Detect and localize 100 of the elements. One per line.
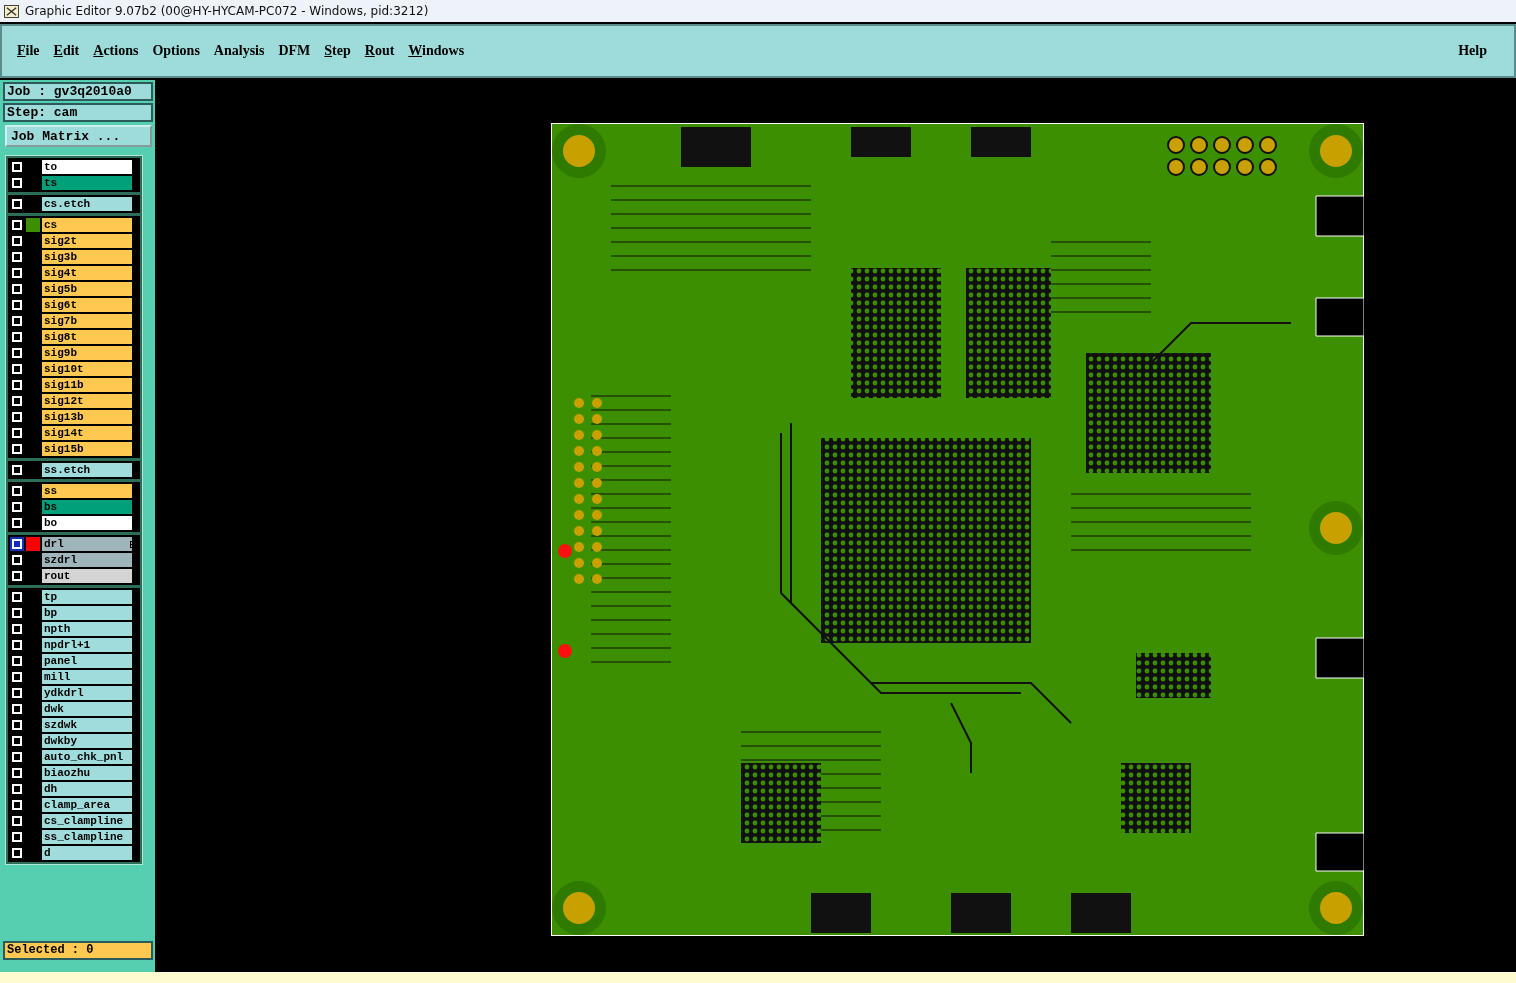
layer-checkbox[interactable]	[12, 816, 22, 826]
layer-name[interactable]: ydkdrl	[42, 686, 132, 700]
layer-checkbox[interactable]	[12, 784, 22, 794]
layer-name[interactable]: to	[42, 160, 132, 174]
layer-checkbox[interactable]	[12, 316, 22, 326]
layer-checkbox[interactable]	[12, 268, 22, 278]
layer-name[interactable]: sig3b	[42, 250, 132, 264]
layer-checkbox[interactable]	[12, 752, 22, 762]
layer-checkbox[interactable]	[12, 199, 22, 209]
menu-item[interactable]: Windows	[403, 41, 470, 61]
layer-name[interactable]: tp	[42, 590, 132, 604]
layer-checkbox[interactable]	[12, 736, 22, 746]
layer-name[interactable]: npth	[42, 622, 132, 636]
layer-name[interactable]: szdrl	[42, 553, 132, 567]
app-icon	[4, 4, 19, 18]
layer-checkbox[interactable]	[12, 380, 22, 390]
layer-checkbox[interactable]	[12, 236, 22, 246]
layer-name[interactable]: clamp_area	[42, 798, 132, 812]
layer-checkbox[interactable]	[12, 348, 22, 358]
layer-name[interactable]: biaozhu	[42, 766, 132, 780]
layer-name[interactable]: d	[42, 846, 132, 860]
layer-name[interactable]: sig9b	[42, 346, 132, 360]
layer-checkbox[interactable]	[12, 640, 22, 650]
layer-name[interactable]: ss.etch	[42, 463, 132, 477]
layer-name[interactable]: ts	[42, 176, 132, 190]
layer-name[interactable]: dh	[42, 782, 132, 796]
layer-name[interactable]: sig13b	[42, 410, 132, 424]
layer-checkbox[interactable]	[12, 608, 22, 618]
menu-item[interactable]: Edit	[48, 41, 85, 61]
job-label: Job : gv3q2010a0	[3, 82, 153, 101]
layer-name[interactable]: mill	[42, 670, 132, 684]
layer-name[interactable]: npdrl+1	[42, 638, 132, 652]
layer-name[interactable]: szdwk	[42, 718, 132, 732]
layer-name[interactable]: drl	[42, 537, 132, 551]
layer-checkbox[interactable]	[12, 800, 22, 810]
layer-checkbox[interactable]	[12, 518, 22, 528]
layer-name[interactable]: sig6t	[42, 298, 132, 312]
layer-name[interactable]: cs_clampline	[42, 814, 132, 828]
layer-name[interactable]: ss_clampline	[42, 830, 132, 844]
layer-checkbox[interactable]	[12, 444, 22, 454]
layer-checkbox[interactable]	[12, 252, 22, 262]
window-title: Graphic Editor 9.07b2 (00@HY-HYCAM-PC072 - Windows, pid:3212)	[25, 4, 429, 18]
layer-checkbox[interactable]	[12, 486, 22, 496]
layer-name[interactable]: ss	[42, 484, 132, 498]
layer-name[interactable]: sig7b	[42, 314, 132, 328]
layer-name[interactable]: rout	[42, 569, 132, 583]
layer-checkbox[interactable]	[12, 592, 22, 602]
layer-name[interactable]: sig14t	[42, 426, 132, 440]
layer-name[interactable]: sig8t	[42, 330, 132, 344]
layer-checkbox[interactable]	[12, 412, 22, 422]
layer-checkbox[interactable]	[12, 624, 22, 634]
layer-checkbox[interactable]	[12, 502, 22, 512]
layer-checkbox[interactable]	[12, 539, 22, 549]
layer-checkbox[interactable]	[12, 178, 22, 188]
layer-checkbox[interactable]	[12, 428, 22, 438]
layer-checkbox[interactable]	[12, 720, 22, 730]
layer-checkbox[interactable]	[12, 672, 22, 682]
layer-checkbox[interactable]	[12, 465, 22, 475]
layer-name[interactable]: cs.etch	[42, 197, 132, 211]
layer-checkbox[interactable]	[12, 332, 22, 342]
menu-item[interactable]: Actions	[88, 41, 144, 61]
layer-name[interactable]: bp	[42, 606, 132, 620]
layer-checkbox[interactable]	[12, 396, 22, 406]
help-menu[interactable]: Help	[1453, 41, 1492, 61]
menu-item[interactable]: Step	[319, 41, 356, 61]
layer-name[interactable]: cs	[42, 218, 132, 232]
layer-checkbox[interactable]	[12, 832, 22, 842]
layer-name[interactable]: bs	[42, 500, 132, 514]
selected-count: Selected : 0	[3, 941, 153, 960]
layer-name[interactable]: sig4t	[42, 266, 132, 280]
menu-item[interactable]: File	[12, 41, 45, 61]
layer-checkbox[interactable]	[12, 162, 22, 172]
menu-item[interactable]: Options	[147, 41, 205, 61]
layer-name[interactable]: sig10t	[42, 362, 132, 376]
layer-checkbox[interactable]	[12, 300, 22, 310]
layer-name[interactable]: panel	[42, 654, 132, 668]
layer-checkbox[interactable]	[12, 571, 22, 581]
layer-name[interactable]: sig15b	[42, 442, 132, 456]
layer-checkbox[interactable]	[12, 364, 22, 374]
layer-name[interactable]: sig5b	[42, 282, 132, 296]
layer-checkbox[interactable]	[12, 220, 22, 230]
menu-item[interactable]: DFM	[273, 41, 316, 61]
layer-checkbox[interactable]	[12, 555, 22, 565]
layer-checkbox[interactable]	[12, 284, 22, 294]
layer-name[interactable]: auto_chk_pnl	[42, 750, 132, 764]
layer-name[interactable]: sig2t	[42, 234, 132, 248]
job-matrix-button[interactable]: Job Matrix ...	[5, 125, 152, 147]
menu-item[interactable]: Rout	[359, 41, 400, 61]
layer-checkbox[interactable]	[12, 656, 22, 666]
layer-name[interactable]: dwkby	[42, 734, 132, 748]
layer-name[interactable]: dwk	[42, 702, 132, 716]
layer-name[interactable]: bo	[42, 516, 132, 530]
layer-checkbox[interactable]	[12, 704, 22, 714]
layer-checkbox[interactable]	[12, 768, 22, 778]
step-label: Step: cam	[3, 103, 153, 122]
layer-name[interactable]: sig11b	[42, 378, 132, 392]
layer-name[interactable]: sig12t	[42, 394, 132, 408]
layer-checkbox[interactable]	[12, 848, 22, 858]
menu-item[interactable]: Analysis	[208, 41, 270, 61]
layer-checkbox[interactable]	[12, 688, 22, 698]
